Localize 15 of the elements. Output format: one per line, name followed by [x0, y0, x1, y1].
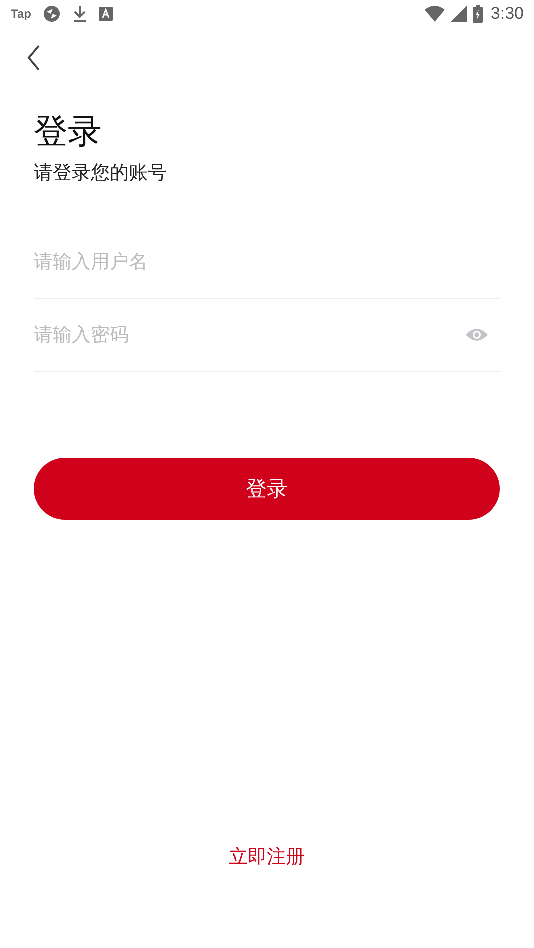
back-icon[interactable] [27, 45, 41, 71]
login-button[interactable]: 登录 [34, 458, 500, 520]
register-link[interactable]: 立即注册 [229, 844, 305, 870]
download-icon [73, 5, 88, 23]
username-field[interactable]: 请输入用户名 [34, 251, 500, 273]
status-time: 3:30 [490, 4, 524, 24]
sync-icon [43, 5, 62, 23]
page-title: 登录 [34, 111, 103, 154]
password-field[interactable]: 请输入密码 [34, 324, 466, 346]
signal-icon [450, 6, 467, 22]
wifi-icon [424, 6, 445, 22]
battery-icon [472, 5, 483, 23]
status-app-label: Tap [11, 7, 32, 21]
app-icon [99, 7, 114, 21]
page-subtitle: 请登录您的账号 [34, 161, 168, 186]
